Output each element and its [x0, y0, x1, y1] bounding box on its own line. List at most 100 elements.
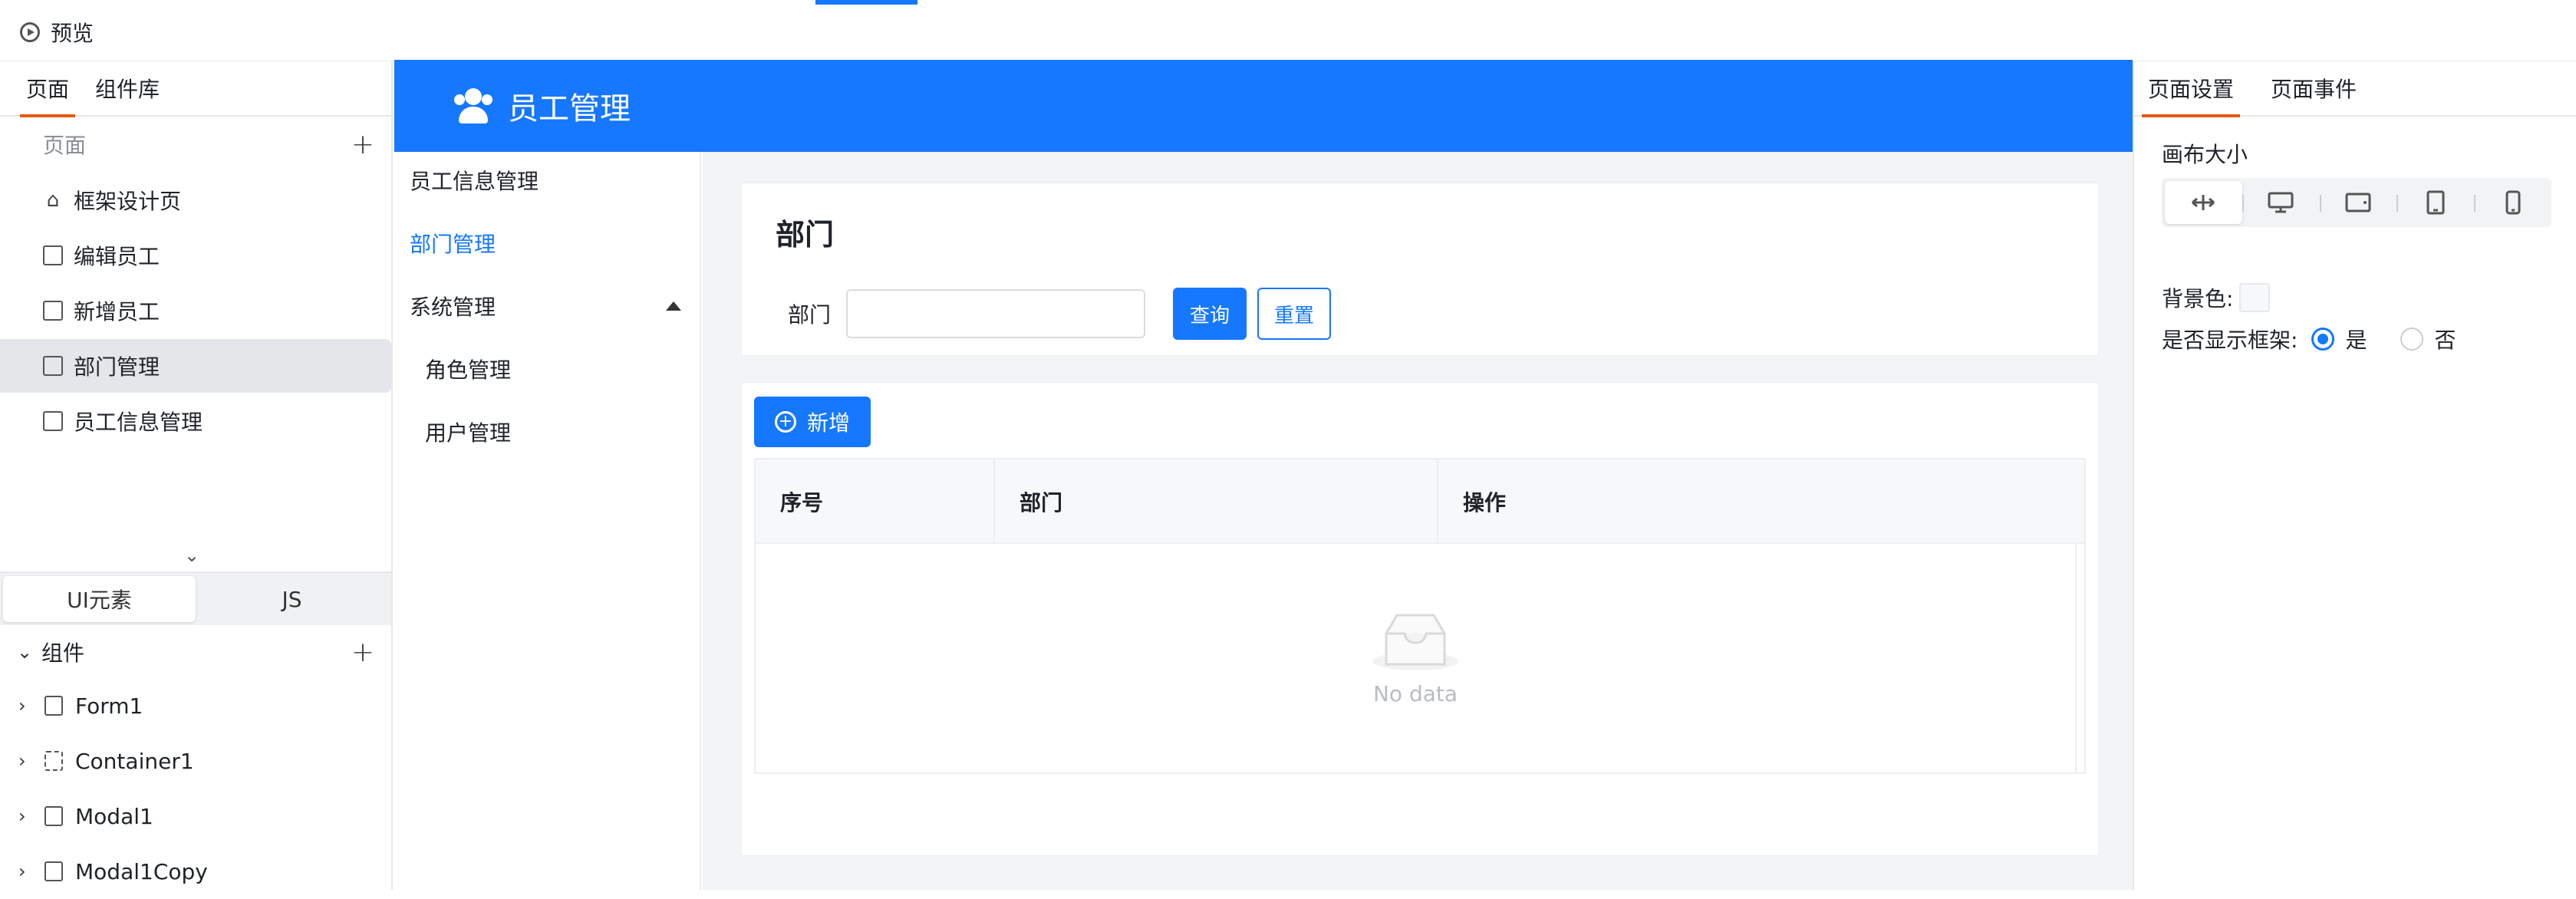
left-panel-tabs: 页面 组件库: [0, 61, 391, 117]
chevron-down-icon[interactable]: ⌄: [184, 545, 199, 566]
search-card: 部门 部门 查询 重置: [741, 183, 2099, 356]
form-icon: [44, 696, 63, 716]
show-frame-no[interactable]: 否: [2400, 324, 2456, 354]
play-circle-icon: [20, 22, 40, 42]
radio-checked-icon[interactable]: [2311, 328, 2335, 351]
chevron-right-icon[interactable]: ›: [18, 695, 32, 716]
pages-section-header: 页面 +: [0, 117, 391, 172]
preview-button[interactable]: 预览: [20, 17, 94, 48]
chevron-right-icon[interactable]: ›: [18, 750, 32, 772]
app-title: 员工管理: [508, 91, 631, 127]
empty-text: No data: [1372, 680, 1458, 706]
component-item-label: Container1: [75, 748, 194, 774]
component-item-label: Modal1Copy: [75, 858, 208, 884]
phone-option[interactable]: [2474, 181, 2551, 224]
page-item-add-employee[interactable]: 新增员工: [0, 284, 391, 338]
page-icon: [43, 411, 63, 431]
fit-width-option[interactable]: [2165, 181, 2242, 224]
data-table: 序号 部门 操作 No data: [754, 458, 2086, 774]
add-button[interactable]: + 新增: [754, 397, 871, 447]
add-button-label: 新增: [806, 410, 850, 436]
page-item-employee-info[interactable]: 员工信息管理: [0, 394, 391, 448]
page-icon: [43, 301, 63, 321]
department-input[interactable]: [846, 289, 1145, 338]
tablet-portrait-icon: [2426, 190, 2445, 215]
background-color-row: 背景色:: [2162, 282, 2271, 313]
top-bar: [0, 0, 2576, 61]
department-field-label: 部门: [788, 302, 832, 328]
pages-section-title: 页面: [43, 133, 87, 158]
component-item-modal1[interactable]: › Modal1: [0, 789, 391, 844]
column-header-actions: 操作: [1463, 490, 1507, 515]
page-item-label: 员工信息管理: [74, 410, 203, 435]
chevron-right-icon[interactable]: ›: [18, 861, 32, 882]
app-sidebar: 员工信息管理 部门管理 系统管理 角色管理 用户管理: [394, 152, 701, 890]
add-page-icon[interactable]: +: [351, 129, 374, 160]
tablet-portrait-option[interactable]: [2396, 181, 2474, 224]
empty-state: No data: [756, 544, 2077, 772]
menu-item-department[interactable]: 部门管理: [394, 216, 700, 270]
page-item-label: 框架设计页: [74, 189, 182, 214]
page-item-label: 编辑员工: [74, 244, 160, 269]
component-item-container1[interactable]: › Container1: [0, 733, 391, 789]
top-indicator: [815, 0, 917, 5]
home-icon: ⌂: [46, 189, 60, 212]
menu-item-system[interactable]: 系统管理: [394, 279, 700, 333]
column-header-department: 部门: [995, 459, 1438, 544]
container-icon: [44, 751, 63, 771]
modal-icon: [44, 861, 63, 881]
table-card: + 新增 序号 部门 操作 No data: [741, 382, 2099, 856]
right-panel: 页面设置 页面事件 画布大小 背景色: 是否显示框架: 是 否: [2133, 61, 2576, 890]
reset-button[interactable]: 重置: [1257, 288, 1331, 340]
fit-width-icon: [2192, 195, 2215, 210]
component-item-modal1copy[interactable]: › Modal1Copy: [0, 844, 391, 899]
tab-js[interactable]: JS: [196, 576, 388, 622]
query-button[interactable]: 查询: [1173, 288, 1247, 340]
radio-label: 是: [2345, 328, 2367, 353]
page-icon: [43, 356, 63, 376]
components-title: 组件: [41, 640, 85, 666]
desktop-icon: [2268, 192, 2294, 213]
chevron-right-icon[interactable]: ›: [18, 805, 32, 827]
tab-page-settings[interactable]: 页面设置: [2141, 61, 2241, 117]
users-icon: [454, 88, 492, 123]
tablet-landscape-icon: [2345, 193, 2371, 212]
phone-icon: [2505, 190, 2521, 215]
page-item-department[interactable]: 部门管理: [0, 339, 391, 393]
show-frame-row: 是否显示框架: 是 否: [2162, 324, 2456, 354]
tab-component-library[interactable]: 组件库: [95, 61, 160, 116]
table-header: 序号 部门 操作: [756, 459, 2084, 544]
components-header[interactable]: ⌄ 组件 +: [0, 625, 391, 679]
preview-label: 预览: [51, 21, 94, 46]
menu-item-roles[interactable]: 角色管理: [394, 342, 700, 396]
tab-pages[interactable]: 页面: [19, 61, 76, 117]
component-item-label: Modal1: [75, 803, 153, 829]
show-frame-yes[interactable]: 是: [2311, 324, 2367, 354]
radio-unchecked-icon[interactable]: [2400, 328, 2424, 351]
empty-inbox-icon: [1372, 614, 1458, 670]
canvas-size-selector: [2162, 178, 2551, 227]
component-item-form1[interactable]: › Form1: [0, 678, 391, 733]
menu-item-employee-info[interactable]: 员工信息管理: [394, 153, 700, 207]
page-item-frame-design[interactable]: ⌂ 框架设计页: [0, 173, 391, 227]
desktop-option[interactable]: [2242, 181, 2320, 224]
menu-item-label: 系统管理: [410, 295, 496, 320]
plus-circle-icon: +: [774, 411, 796, 433]
left-subtabs: UI元素 JS: [0, 571, 391, 625]
add-component-icon[interactable]: +: [351, 637, 374, 668]
modal-icon: [44, 806, 63, 826]
radio-label: 否: [2434, 328, 2456, 353]
search-card-title: 部门: [776, 218, 835, 252]
tablet-landscape-option[interactable]: [2319, 181, 2397, 224]
background-color-swatch[interactable]: [2239, 283, 2271, 312]
page-item-edit-employee[interactable]: 编辑员工: [0, 229, 391, 282]
column-header-index: 序号: [756, 459, 995, 544]
caret-up-icon: [666, 301, 681, 311]
page-item-label: 新增员工: [74, 299, 160, 324]
tab-page-events[interactable]: 页面事件: [2271, 61, 2357, 116]
menu-item-users[interactable]: 用户管理: [394, 405, 700, 459]
tab-ui-elements[interactable]: UI元素: [3, 576, 196, 622]
canvas-size-label: 画布大小: [2162, 142, 2248, 167]
page-icon: [43, 245, 63, 265]
show-frame-label: 是否显示框架:: [2162, 328, 2298, 353]
